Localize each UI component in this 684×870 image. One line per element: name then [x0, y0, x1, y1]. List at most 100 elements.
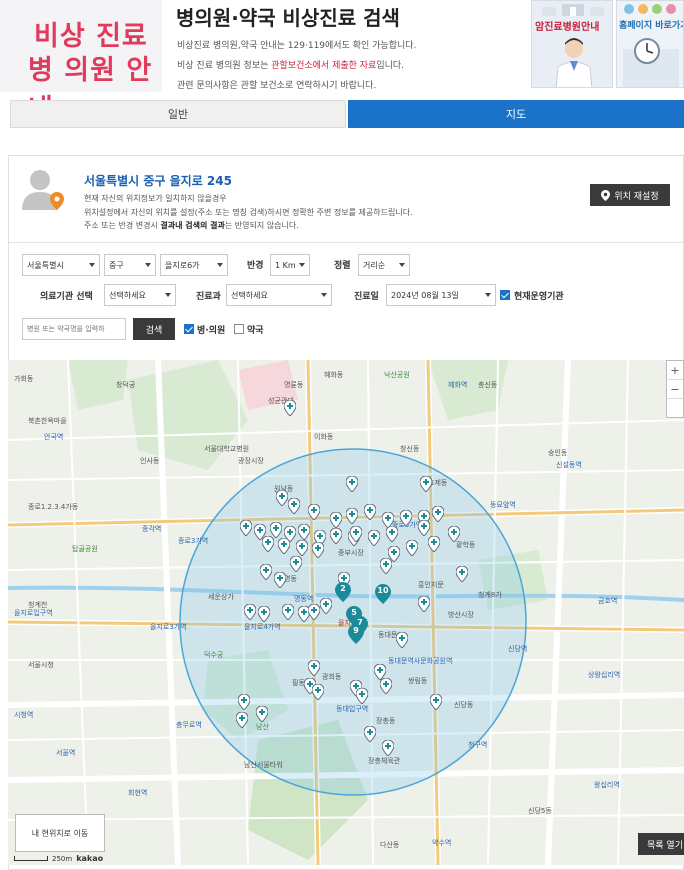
map-label: 동묘앞역	[490, 501, 516, 509]
hospital-marker-icon[interactable]	[274, 572, 286, 588]
hospital-marker-icon[interactable]	[308, 604, 320, 620]
hospital-marker-icon[interactable]	[346, 508, 358, 524]
chevron-down-icon	[145, 263, 151, 267]
map-label: 종로3가역	[178, 537, 209, 545]
search-button[interactable]: 검색	[133, 318, 175, 340]
hospital-marker-icon[interactable]	[290, 556, 302, 572]
hospital-marker-icon[interactable]	[320, 598, 332, 614]
hospital-marker-icon[interactable]	[350, 526, 362, 542]
map-label: 동대문역사문화공원역	[388, 657, 453, 665]
hospital-marker-icon[interactable]	[262, 536, 274, 552]
institution-select[interactable]: 선택하세요	[104, 284, 176, 306]
hospital-marker-icon[interactable]	[386, 526, 398, 542]
hospital-marker-icon[interactable]	[256, 706, 268, 722]
hospital-marker-icon[interactable]	[406, 540, 418, 556]
map-view[interactable]: 가회동 창덕궁 북촌한옥마을 인사동 안국역 종로1.2.3.4가동 종각역 종…	[8, 360, 684, 865]
cluster-marker[interactable]: 9	[348, 624, 364, 644]
hospital-marker-icon[interactable]	[236, 712, 248, 728]
hospital-marker-icon[interactable]	[456, 566, 468, 582]
hospital-marker-icon[interactable]	[260, 564, 272, 580]
map-label: 동대입구역	[336, 705, 369, 713]
hospital-marker-icon[interactable]	[308, 504, 320, 520]
open-now-checkbox[interactable]	[500, 290, 510, 300]
map-label: 명동역	[294, 595, 314, 603]
list-open-button[interactable]: 목록 열기	[638, 833, 684, 855]
zoom-out-button[interactable]: −	[667, 380, 683, 399]
hospital-marker-icon[interactable]	[428, 536, 440, 552]
hospital-marker-icon[interactable]	[240, 520, 252, 536]
tab-general[interactable]: 일반	[10, 100, 346, 128]
hospital-marker-icon[interactable]	[238, 694, 250, 710]
hospital-marker-icon[interactable]	[418, 596, 430, 612]
date-select[interactable]: 2024년 08월 13일	[386, 284, 496, 306]
facility-search-input[interactable]	[22, 318, 126, 340]
hospital-marker-icon[interactable]	[368, 530, 380, 546]
chevron-down-icon	[399, 263, 405, 267]
hospital-marker-icon[interactable]	[258, 606, 270, 622]
hospital-marker-icon[interactable]	[284, 400, 296, 416]
hospital-marker-icon[interactable]	[276, 490, 288, 506]
map-label: 금호역	[598, 597, 618, 605]
gu-value: 중구	[109, 260, 124, 270]
hospital-marker-icon[interactable]	[308, 660, 320, 676]
hospital-checkbox[interactable]	[184, 324, 194, 334]
location-reset-button[interactable]: 위치 재설정	[590, 184, 670, 206]
hospital-marker-icon[interactable]	[296, 540, 308, 556]
hospital-marker-icon[interactable]	[330, 512, 342, 528]
hospital-marker-icon[interactable]	[356, 688, 368, 704]
zoom-in-button[interactable]: +	[667, 361, 683, 380]
hospital-marker-icon[interactable]	[282, 604, 294, 620]
hospital-marker-icon[interactable]	[312, 684, 324, 700]
hospital-marker-icon[interactable]	[380, 678, 392, 694]
emergency-logo[interactable]: 비상 진료 병 의원 안내	[0, 0, 162, 125]
hospital-marker-icon[interactable]	[364, 726, 376, 742]
hospital-marker-icon[interactable]	[418, 520, 430, 536]
clock-building-illustration	[623, 38, 679, 87]
map-label: 탑골공원	[72, 545, 98, 553]
homepage-link-banner[interactable]: 홈페이지 바로가기	[616, 0, 684, 88]
banner2-label: 홈페이지 바로가기	[619, 21, 684, 31]
gu-select[interactable]: 중구	[104, 254, 156, 276]
hospital-checkbox-label: 병·의원	[197, 326, 226, 336]
my-location-button[interactable]: 내 현위치로 이동	[15, 814, 105, 852]
cancer-hospital-banner[interactable]: 암진료병원안내	[531, 0, 613, 88]
sort-value: 거리순	[363, 260, 386, 270]
dong-select[interactable]: 을지로6가	[160, 254, 228, 276]
map-label: 안국역	[44, 433, 64, 441]
cluster-marker[interactable]: 10	[375, 584, 391, 604]
tab-map[interactable]: 지도	[348, 100, 684, 128]
pharmacy-checkbox[interactable]	[234, 324, 244, 334]
scale-bar	[14, 856, 48, 861]
hospital-marker-icon[interactable]	[382, 740, 394, 756]
location-desc-3: 주소 또는 반경 변경시 결과내 검색의 결과는 반영되지 않습니다.	[84, 221, 299, 230]
map-label: 덕수궁	[204, 651, 224, 659]
hospital-marker-icon[interactable]	[396, 632, 408, 648]
map-label: 약수역	[432, 839, 452, 847]
map-label: 혜화동	[324, 371, 344, 379]
sido-select[interactable]: 서울특별시	[22, 254, 100, 276]
radius-select[interactable]: 1 Km	[270, 254, 310, 276]
radius-label: 반경	[247, 261, 264, 271]
hospital-marker-icon[interactable]	[432, 506, 444, 522]
hospital-marker-icon[interactable]	[288, 498, 300, 514]
hospital-marker-icon[interactable]	[346, 476, 358, 492]
hospital-marker-icon[interactable]	[400, 510, 412, 526]
department-select[interactable]: 선택하세요	[226, 284, 332, 306]
hospital-marker-icon[interactable]	[330, 528, 342, 544]
hospital-marker-icon[interactable]	[420, 476, 432, 492]
date-label: 진료일	[354, 292, 379, 302]
map-label: 서울시청	[28, 661, 54, 669]
hospital-marker-icon[interactable]	[312, 542, 324, 558]
sort-select[interactable]: 거리순	[358, 254, 410, 276]
hospital-marker-icon[interactable]	[388, 546, 400, 562]
hospital-marker-icon[interactable]	[364, 504, 376, 520]
hospital-marker-icon[interactable]	[430, 694, 442, 710]
hospital-marker-icon[interactable]	[278, 538, 290, 554]
cluster-marker[interactable]: 2	[335, 582, 351, 602]
page-title: 병의원·약국 비상진료 검색	[176, 6, 400, 30]
map-label: 신당5동	[528, 807, 552, 815]
hospital-marker-icon[interactable]	[448, 526, 460, 542]
map-label: 이화동	[314, 433, 334, 441]
hospital-marker-icon[interactable]	[298, 524, 310, 540]
hospital-marker-icon[interactable]	[244, 604, 256, 620]
